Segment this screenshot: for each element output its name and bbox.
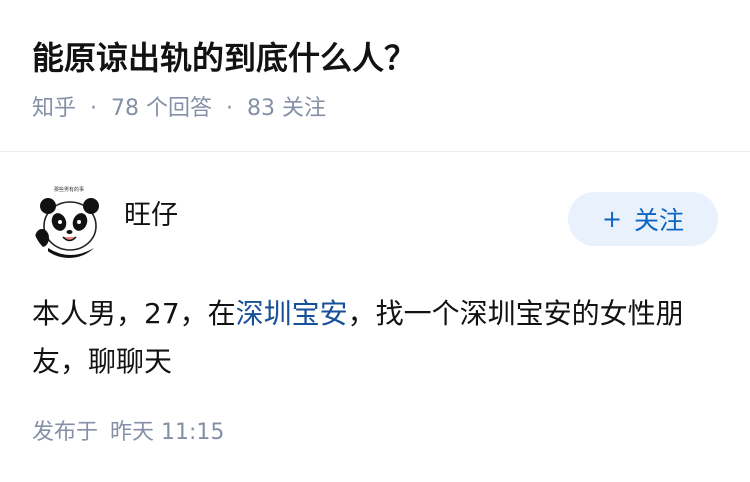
author-row: 那些男有的事 旺仔 + 关注 <box>32 182 718 262</box>
posted-time: 昨天 11:15 <box>110 420 225 445</box>
avatar[interactable]: 那些男有的事 <box>32 182 106 258</box>
posted-info: 发布于 昨天 11:15 <box>32 418 224 448</box>
posted-label: 发布于 <box>32 420 99 445</box>
meta-separator: · <box>90 96 98 121</box>
plus-icon: + <box>601 205 623 233</box>
location-link[interactable]: 深圳宝安 <box>236 297 348 330</box>
source-label[interactable]: 知乎 <box>32 94 76 124</box>
meta-separator: · <box>226 96 234 121</box>
answer-content[interactable]: 本人男，27，在深圳宝安，找一个深圳宝安的女性朋友，聊聊天 <box>32 290 718 386</box>
answer-card: 那些男有的事 旺仔 + 关注 本人男，27，在深圳宝安，找一个深圳宝安的女性朋友… <box>32 182 718 386</box>
panda-avatar-icon: 那些男有的事 <box>32 182 106 258</box>
avatar-banner-text: 那些男有的事 <box>54 186 84 193</box>
follower-count[interactable]: 83 关注 <box>247 94 326 124</box>
section-divider <box>0 151 750 152</box>
author-name[interactable]: 旺仔 <box>124 198 178 234</box>
zhihu-answer-page: 能原谅出轨的到底什么人？ 知乎 · 78 个回答 · 83 关注 那些男有的事 <box>0 0 750 482</box>
question-meta: 知乎 · 78 个回答 · 83 关注 <box>32 94 730 124</box>
follow-button[interactable]: + 关注 <box>568 192 718 246</box>
content-text: 本人男，27，在 <box>32 297 236 330</box>
question-header: 能原谅出轨的到底什么人？ 知乎 · 78 个回答 · 83 关注 <box>32 36 730 124</box>
question-title[interactable]: 能原谅出轨的到底什么人？ <box>32 36 730 80</box>
follow-label: 关注 <box>634 206 685 235</box>
answer-count[interactable]: 78 个回答 <box>111 94 212 124</box>
